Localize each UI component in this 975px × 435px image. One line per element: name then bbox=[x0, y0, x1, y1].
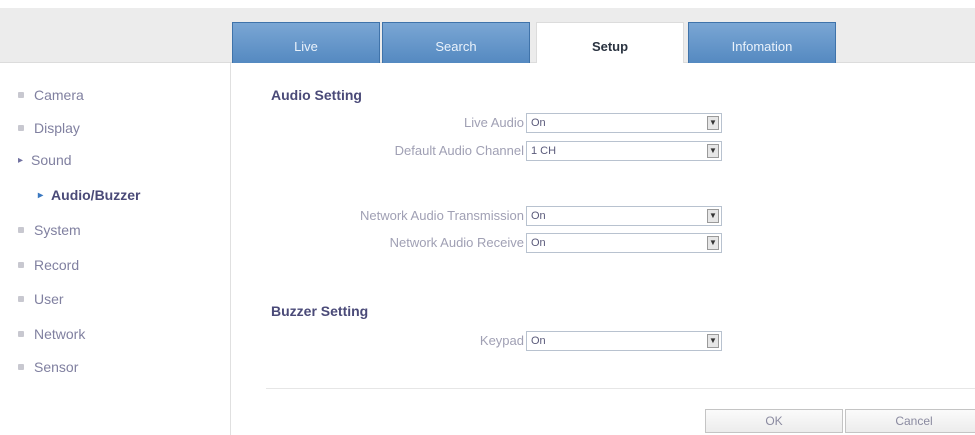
sidebar-item-label: Camera bbox=[34, 87, 84, 103]
chevron-down-icon[interactable]: ▼ bbox=[707, 334, 719, 348]
sidebar-item-label: Sensor bbox=[34, 359, 79, 375]
bullet-icon bbox=[18, 92, 24, 98]
sidebar-item-sound[interactable]: ▸ Sound bbox=[18, 152, 72, 168]
tab-live[interactable]: Live bbox=[232, 22, 380, 69]
net-receive-label: Network Audio Receive bbox=[389, 235, 524, 250]
tab-search[interactable]: Search bbox=[382, 22, 530, 69]
chevron-down-icon[interactable]: ▼ bbox=[707, 144, 719, 158]
sidebar-item-label: Network bbox=[34, 326, 86, 342]
default-channel-value: 1 CH bbox=[531, 145, 557, 157]
chevron-down-icon[interactable]: ▼ bbox=[707, 236, 719, 250]
net-receive-row: Network Audio Receive bbox=[231, 233, 524, 253]
sidebar-item-audio-buzzer[interactable]: ▸ Audio/Buzzer bbox=[38, 187, 140, 203]
chevron-down-icon[interactable]: ▼ bbox=[707, 209, 719, 223]
sidebar: Camera Display ▸ Sound ▸ Audio/Buzzer Sy… bbox=[0, 63, 231, 435]
default-channel-label: Default Audio Channel bbox=[394, 143, 524, 158]
sidebar-item-network[interactable]: Network bbox=[18, 326, 85, 342]
sidebar-item-label: Audio/Buzzer bbox=[51, 187, 141, 203]
divider bbox=[266, 388, 975, 389]
sidebar-item-sensor[interactable]: Sensor bbox=[18, 359, 78, 375]
cancel-button[interactable]: Cancel bbox=[845, 409, 975, 433]
sidebar-item-label: Sound bbox=[31, 152, 72, 168]
chevron-down-icon[interactable]: ▼ bbox=[707, 116, 719, 130]
keypad-select[interactable]: On ▼ bbox=[526, 331, 722, 351]
live-audio-row: Live Audio bbox=[231, 113, 524, 133]
bullet-icon bbox=[18, 262, 24, 268]
net-transmission-value: On bbox=[531, 210, 546, 222]
chevron-right-icon: ▸ bbox=[18, 154, 24, 166]
sidebar-item-label: System bbox=[34, 222, 81, 238]
buzzer-setting-title: Buzzer Setting bbox=[271, 303, 369, 319]
sidebar-item-label: Record bbox=[34, 257, 80, 273]
bullet-icon bbox=[18, 227, 24, 233]
net-receive-select[interactable]: On ▼ bbox=[526, 233, 722, 253]
tab-information[interactable]: Infomation bbox=[688, 22, 836, 69]
ok-button[interactable]: OK bbox=[705, 409, 843, 433]
bullet-icon bbox=[18, 364, 24, 370]
audio-setting-title: Audio Setting bbox=[271, 87, 362, 103]
net-transmission-row: Network Audio Transmission bbox=[231, 206, 524, 226]
sidebar-item-user[interactable]: User bbox=[18, 291, 64, 307]
live-audio-label: Live Audio bbox=[464, 115, 524, 130]
default-channel-select[interactable]: 1 CH ▼ bbox=[526, 141, 722, 161]
default-channel-row: Default Audio Channel bbox=[231, 141, 524, 161]
main-panel: Audio Setting Live Audio On ▼ Default Au… bbox=[231, 63, 975, 435]
header-bar: Live Search Setup Infomation bbox=[0, 8, 975, 70]
net-receive-value: On bbox=[531, 237, 546, 249]
sidebar-item-display[interactable]: Display bbox=[18, 120, 80, 136]
sidebar-item-label: Display bbox=[34, 120, 80, 136]
live-audio-value: On bbox=[531, 117, 546, 129]
chevron-right-icon: ▸ bbox=[38, 189, 44, 201]
net-transmission-select[interactable]: On ▼ bbox=[526, 206, 722, 226]
keypad-row: Keypad bbox=[231, 331, 524, 351]
sidebar-item-record[interactable]: Record bbox=[18, 257, 79, 273]
bullet-icon bbox=[18, 125, 24, 131]
bullet-icon bbox=[18, 296, 24, 302]
keypad-label: Keypad bbox=[479, 333, 524, 348]
net-transmission-label: Network Audio Transmission bbox=[359, 208, 524, 223]
sidebar-item-system[interactable]: System bbox=[18, 222, 81, 238]
keypad-value: On bbox=[531, 335, 546, 347]
sidebar-item-camera[interactable]: Camera bbox=[18, 87, 84, 103]
bullet-icon bbox=[18, 331, 24, 337]
sidebar-item-label: User bbox=[34, 291, 64, 307]
live-audio-select[interactable]: On ▼ bbox=[526, 113, 722, 133]
top-strip bbox=[0, 0, 975, 6]
